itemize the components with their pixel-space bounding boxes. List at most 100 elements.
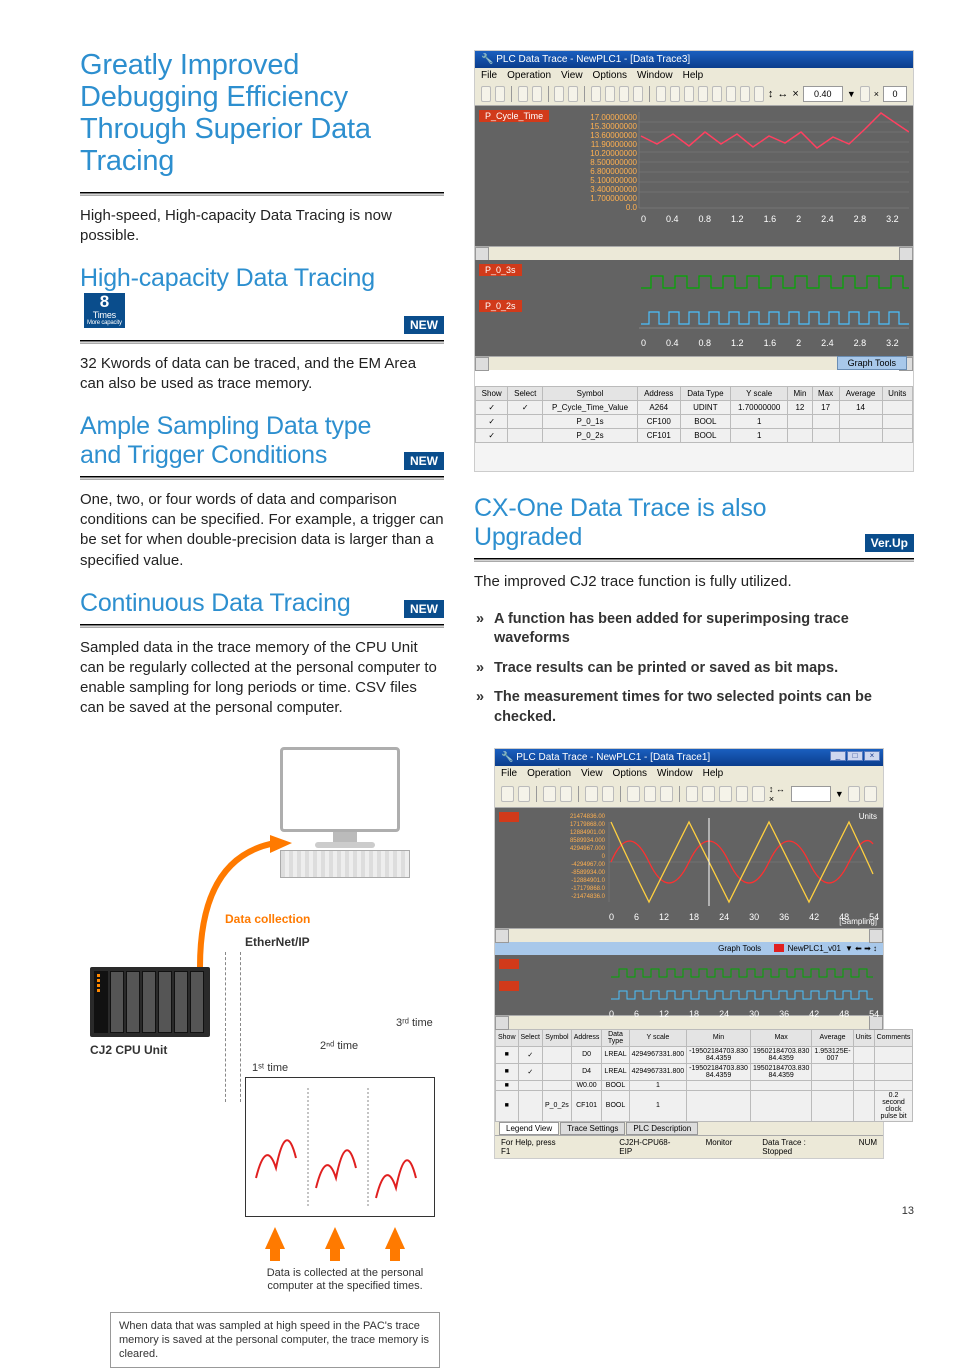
table-header[interactable]: Y scale: [629, 1029, 687, 1046]
table-row[interactable]: ■✓D4LREAL4294967331.800-19502184703.830 …: [496, 1063, 913, 1080]
menubar[interactable]: File Operation View Options Window Help: [475, 68, 913, 83]
table-header[interactable]: Average: [839, 387, 882, 401]
toolbar-button[interactable]: [591, 86, 601, 102]
toolbar-button[interactable]: [518, 786, 531, 802]
table-row[interactable]: ✓✓P_Cycle_Time_ValueA264UDINT1.700000001…: [476, 401, 913, 415]
table-header[interactable]: Min: [687, 1029, 751, 1046]
toolbar-button[interactable]: [848, 786, 861, 802]
toolbar-button[interactable]: [619, 86, 629, 102]
graph-tools-legend[interactable]: Graph Tools NewPLC1_v01 ▼ ⬅ ➡ ↕: [495, 942, 883, 955]
menu-item[interactable]: File: [501, 768, 517, 779]
toolbar-button[interactable]: [495, 86, 505, 102]
zoom-input[interactable]: [803, 86, 843, 102]
toolbar-button[interactable]: [740, 86, 750, 102]
toolbar-button[interactable]: [712, 86, 722, 102]
toolbar-button[interactable]: [719, 786, 732, 802]
zoom-in-icon[interactable]: [656, 86, 666, 102]
toolbar-button[interactable]: [602, 786, 615, 802]
menu-item[interactable]: Window: [657, 768, 693, 779]
toolbar-button[interactable]: [860, 86, 870, 102]
menu-item[interactable]: Options: [613, 768, 647, 779]
tab[interactable]: PLC Description: [626, 1122, 698, 1135]
zoom-fit-icon[interactable]: [684, 86, 694, 102]
table-header[interactable]: Max: [750, 1029, 811, 1046]
menu-item[interactable]: Window: [637, 70, 673, 81]
menu-item[interactable]: Help: [703, 768, 724, 779]
zoom-in-icon[interactable]: [686, 786, 699, 802]
table-row[interactable]: ■P_0_2sCF101BOOL10.2 second clock pulse …: [496, 1090, 913, 1121]
table-header[interactable]: Show: [496, 1029, 519, 1046]
toolbar-button[interactable]: [660, 786, 673, 802]
red-swatch-icon: [774, 944, 784, 952]
table-header[interactable]: Show: [476, 387, 508, 401]
toolbar-button[interactable]: [585, 786, 598, 802]
horizontal-scrollbar[interactable]: [475, 246, 913, 260]
menu-item[interactable]: Operation: [507, 70, 551, 81]
menu-item[interactable]: File: [481, 70, 497, 81]
toolbar-button[interactable]: [644, 786, 657, 802]
zoom-out-icon[interactable]: [702, 786, 715, 802]
menu-item[interactable]: Help: [683, 70, 704, 81]
table-row[interactable]: ✓P_0_2sCF101BOOL1: [476, 429, 913, 443]
table-header[interactable]: Units: [853, 1029, 874, 1046]
table-row[interactable]: ✓P_0_1sCF100BOOL1: [476, 415, 913, 429]
toolbar-button[interactable]: [560, 786, 573, 802]
menu-item[interactable]: Options: [593, 70, 627, 81]
toolbar-button[interactable]: [605, 86, 615, 102]
toolbar-button[interactable]: [543, 786, 556, 802]
continuous-trace-diagram: Data collection EtherNet/IP CJ2 CPU Unit…: [80, 737, 440, 1227]
tab-strip[interactable]: Legend ViewTrace SettingsPLC Description: [495, 1122, 883, 1135]
toolbar-button[interactable]: [752, 786, 765, 802]
table-row[interactable]: ■✓D0LREAL4294967331.800-19502184703.830 …: [496, 1046, 913, 1063]
table-row[interactable]: ■W0.00BOOL1: [496, 1080, 913, 1090]
table-header[interactable]: Symbol: [542, 1029, 571, 1046]
digital-waveform-2: [499, 961, 879, 1005]
toolbar-button[interactable]: [532, 86, 542, 102]
trace-data-table[interactable]: ShowSelectSymbolAddressData TypeY scaleM…: [475, 386, 913, 443]
maximize-icon[interactable]: □: [847, 751, 863, 761]
toolbar-button[interactable]: [726, 86, 736, 102]
table-header[interactable]: Y scale: [731, 387, 788, 401]
table-header[interactable]: Average: [812, 1029, 853, 1046]
toolbar-button[interactable]: [501, 786, 514, 802]
table-header[interactable]: Data Type: [680, 387, 731, 401]
menu-item[interactable]: View: [561, 70, 583, 81]
toolbar-button[interactable]: [481, 86, 491, 102]
table-header[interactable]: Data Type: [602, 1029, 629, 1046]
zoom-input[interactable]: [791, 786, 831, 802]
window-buttons[interactable]: _ □ ×: [830, 751, 880, 761]
help-icon[interactable]: [554, 86, 564, 102]
graph-tools-tab[interactable]: Graph Tools: [837, 356, 907, 370]
close-icon[interactable]: ×: [864, 751, 880, 761]
toolbar-button[interactable]: [627, 786, 640, 802]
toolbar[interactable]: ↕ ↔ × ▼ ×: [475, 83, 913, 106]
table-header[interactable]: Address: [571, 1029, 602, 1046]
table-header[interactable]: Comments: [874, 1029, 913, 1046]
label-ethernet-ip: EtherNet/IP: [245, 935, 310, 949]
toolbar-button[interactable]: [864, 786, 877, 802]
table-header[interactable]: Max: [812, 387, 839, 401]
table-header[interactable]: Units: [882, 387, 912, 401]
toolbar-button[interactable]: [518, 86, 528, 102]
menu-item[interactable]: View: [581, 768, 603, 779]
tab[interactable]: Legend View: [499, 1122, 559, 1135]
menu-item[interactable]: Operation: [527, 768, 571, 779]
menubar[interactable]: File Operation View Options Window Help: [495, 766, 883, 781]
zoom-out-icon[interactable]: [670, 86, 680, 102]
toolbar-button[interactable]: [568, 86, 578, 102]
tab[interactable]: Trace Settings: [560, 1122, 625, 1135]
table-header[interactable]: Address: [637, 387, 680, 401]
table-header[interactable]: Select: [518, 1029, 542, 1046]
toolbar-button[interactable]: [633, 86, 643, 102]
toolbar[interactable]: ↕ ↔ × ▼: [495, 781, 883, 808]
toolbar-button[interactable]: [754, 86, 764, 102]
minimize-icon[interactable]: _: [830, 751, 846, 761]
toolbar-button[interactable]: [698, 86, 708, 102]
trace-data-table-2[interactable]: ShowSelectSymbolAddressData TypeY scaleM…: [495, 1029, 913, 1122]
table-header[interactable]: Symbol: [543, 387, 638, 401]
table-header[interactable]: Select: [508, 387, 543, 401]
zoom-input-2[interactable]: [883, 86, 907, 102]
toolbar-button[interactable]: [736, 786, 749, 802]
table-header[interactable]: Min: [788, 387, 812, 401]
horizontal-scrollbar[interactable]: [495, 928, 883, 942]
